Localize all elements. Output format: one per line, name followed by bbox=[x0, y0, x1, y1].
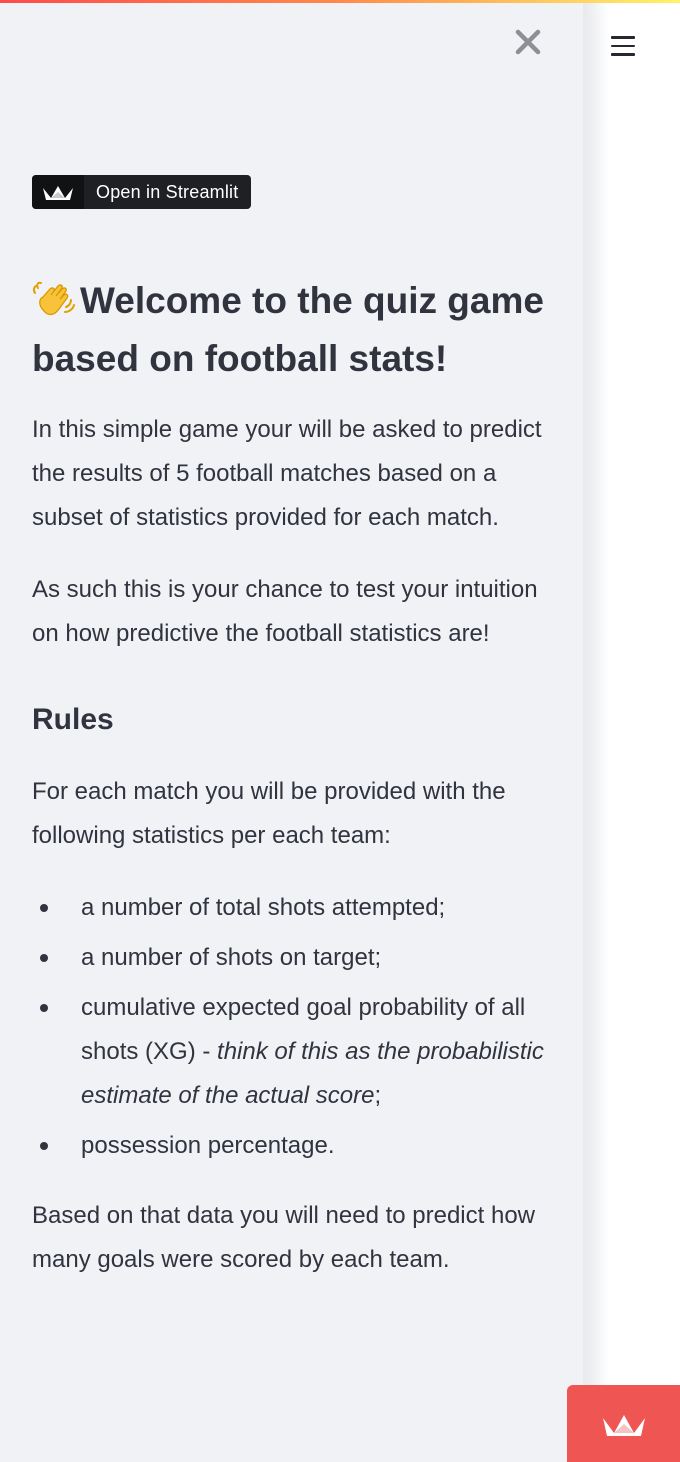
list-item: possession percentage. bbox=[40, 1124, 562, 1168]
sidebar: Open in Streamlit Welcome to the quiz ga… bbox=[0, 0, 583, 1462]
intro-paragraph-2: As such this is your chance to test your… bbox=[32, 576, 538, 647]
list-item: a number of shots on target; bbox=[40, 936, 562, 980]
rules-heading: Rules bbox=[32, 703, 114, 736]
waving-hand-icon bbox=[32, 278, 76, 318]
main-menu-button[interactable] bbox=[607, 36, 639, 64]
sidebar-content: Welcome to the quiz game based on footba… bbox=[32, 272, 562, 1310]
rules-outro: Based on that data you will need to pred… bbox=[32, 1202, 535, 1273]
page-title-text: Welcome to the quiz game based on footba… bbox=[32, 280, 544, 379]
close-icon bbox=[515, 29, 541, 55]
open-in-streamlit-badge[interactable]: Open in Streamlit bbox=[32, 175, 252, 209]
streamlit-corner-button[interactable] bbox=[567, 1385, 680, 1462]
rules-list: a number of total shots attempted; a num… bbox=[32, 886, 562, 1168]
list-item: a number of total shots attempted; bbox=[40, 886, 562, 930]
close-sidebar-button[interactable] bbox=[510, 24, 546, 60]
top-decoration-bar bbox=[0, 0, 680, 3]
badge-label: Open in Streamlit bbox=[96, 181, 239, 202]
streamlit-crown-icon bbox=[602, 1414, 645, 1436]
streamlit-crown-icon bbox=[32, 175, 84, 209]
page-title: Welcome to the quiz game based on footba… bbox=[32, 272, 562, 388]
rules-intro: For each match you will be provided with… bbox=[32, 778, 506, 849]
sidebar-shadow bbox=[583, 0, 609, 1462]
intro-paragraph: In this simple game your will be asked t… bbox=[32, 416, 542, 531]
list-item: cumulative expected goal probability of … bbox=[40, 986, 562, 1118]
hamburger-menu-icon bbox=[607, 36, 639, 56]
